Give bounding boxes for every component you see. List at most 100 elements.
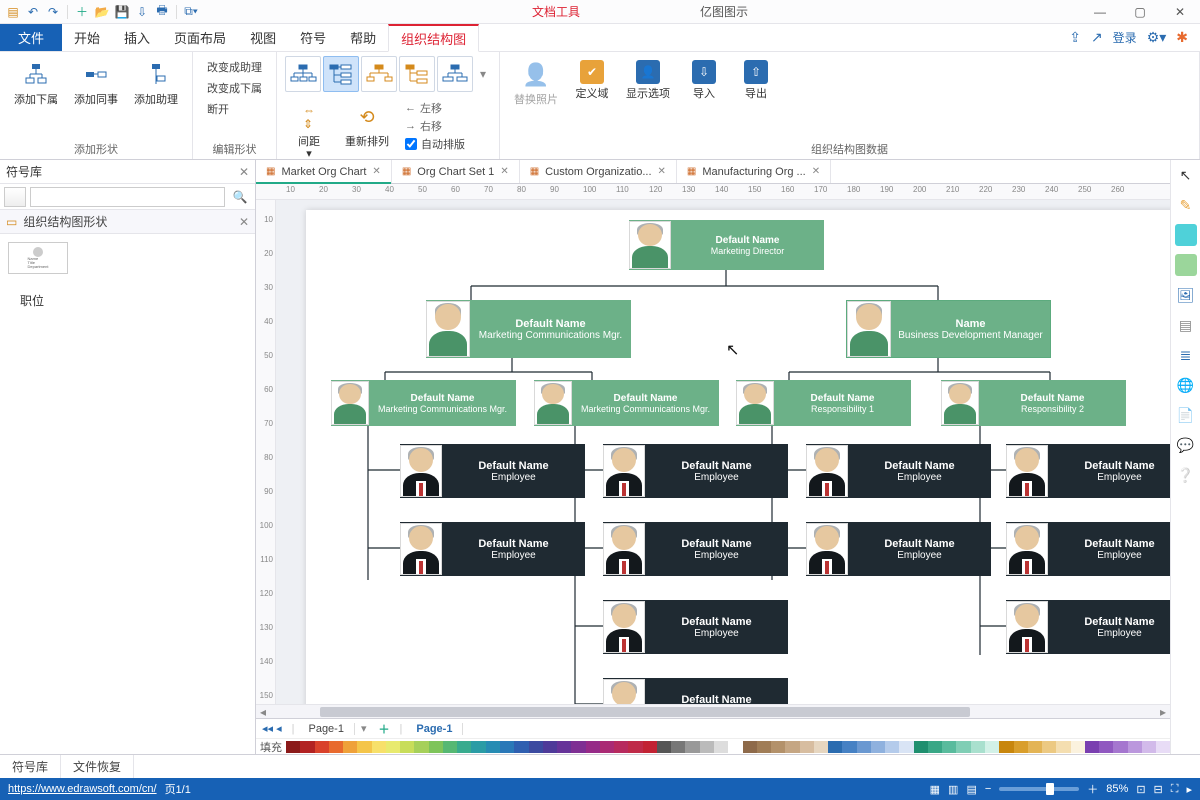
add-assistant-button[interactable]: 添加助理 <box>128 56 184 110</box>
options-icon[interactable]: ⧉▾ <box>182 3 200 21</box>
save-as-icon[interactable]: 💾 <box>113 3 131 21</box>
layout-gallery-more[interactable]: ▾ <box>475 56 491 92</box>
save-icon[interactable]: ▤ <box>4 3 22 21</box>
org-node-employee[interactable]: Default NameEmployee <box>806 444 991 498</box>
comment-icon[interactable]: 💬 <box>1175 434 1197 456</box>
image-tool-icon[interactable]: 🖼 <box>1175 284 1197 306</box>
color-swatch[interactable] <box>343 741 357 753</box>
globe-icon[interactable]: 🌐 <box>1175 374 1197 396</box>
org-node-employee[interactable]: Default NameEmployee <box>603 522 788 576</box>
color-swatch[interactable] <box>899 741 913 753</box>
help-icon[interactable]: ❔ <box>1175 464 1197 486</box>
page-tab-1[interactable]: Page-1 <box>298 723 354 735</box>
open-icon[interactable]: 📂 <box>93 3 111 21</box>
new-icon[interactable]: ＋ <box>73 3 91 21</box>
color-swatch[interactable] <box>771 741 785 753</box>
notes-icon[interactable]: 📄 <box>1175 404 1197 426</box>
org-node-employee[interactable]: Default NameEmployee <box>400 444 585 498</box>
color-swatch[interactable] <box>300 741 314 753</box>
page-tab-2[interactable]: Page-1 <box>406 723 463 735</box>
more-icon[interactable]: ▸ <box>1186 783 1192 796</box>
color-swatch[interactable] <box>386 741 400 753</box>
color-swatch[interactable] <box>1014 741 1028 753</box>
org-node-employee[interactable]: Default NameEmployee <box>806 522 991 576</box>
zoom-out-icon[interactable]: − <box>985 783 991 795</box>
shape-thumbnail[interactable]: NameTitleDepartment <box>8 242 68 274</box>
page-nav-prev[interactable]: ◂◂ ◂ <box>256 722 288 735</box>
move-right-button[interactable]: →右移 <box>405 118 465 134</box>
color-swatch[interactable] <box>1056 741 1070 753</box>
tab-pagelayout[interactable]: 页面布局 <box>162 24 238 51</box>
color-swatch[interactable] <box>514 741 528 753</box>
org-node[interactable]: Default NameMarketing Communications Mgr… <box>426 300 631 358</box>
tab-start[interactable]: 开始 <box>62 24 112 51</box>
color-swatch[interactable] <box>471 741 485 753</box>
org-node[interactable]: Default NameMarketing Communications Mgr… <box>331 380 516 426</box>
bottom-tab-library[interactable]: 符号库 <box>0 755 61 778</box>
add-page-button[interactable]: ＋ <box>373 721 396 737</box>
doc-tab-1[interactable]: ▦Market Org Chart✕ <box>256 160 392 183</box>
color-swatch[interactable] <box>700 741 714 753</box>
to-subordinate-button[interactable]: 改变成下属 <box>205 79 264 97</box>
color-swatch[interactable] <box>857 741 871 753</box>
tab-close-icon[interactable]: ✕ <box>658 166 666 177</box>
org-node-employee[interactable]: Default NameEmployee <box>603 444 788 498</box>
library-search-input[interactable] <box>30 187 225 207</box>
color-swatch[interactable] <box>286 741 300 753</box>
org-node[interactable]: Default NameResponsibility 1 <box>736 380 911 426</box>
add-colleague-button[interactable]: 添加同事 <box>68 56 124 110</box>
export-button[interactable]: ⇧导出 <box>732 56 780 104</box>
layout-option-3[interactable] <box>361 56 397 92</box>
maximize-button[interactable]: ▢ <box>1120 0 1160 24</box>
fullscreen-icon[interactable]: ⛶ <box>1171 783 1179 796</box>
undo-icon[interactable]: ↶ <box>24 3 42 21</box>
highlighter-icon[interactable]: ✎ <box>1175 194 1197 216</box>
color-swatch[interactable] <box>685 741 699 753</box>
org-node[interactable]: Default NameMarketing Communications Mgr… <box>534 380 719 426</box>
list-icon[interactable]: ≣ <box>1175 344 1197 366</box>
disconnect-button[interactable]: 断开 <box>205 100 264 118</box>
color-swatch[interactable] <box>671 741 685 753</box>
color-swatch[interactable] <box>529 741 543 753</box>
tab-view[interactable]: 视图 <box>238 24 288 51</box>
color-swatch[interactable] <box>614 741 628 753</box>
org-node-employee[interactable]: Default NameEmployee <box>603 600 788 654</box>
close-button[interactable]: ✕ <box>1160 0 1200 24</box>
login-link[interactable]: 登录 <box>1113 29 1137 46</box>
horizontal-scrollbar[interactable]: ◂▸ <box>256 704 1170 718</box>
org-node[interactable]: Default NameResponsibility 2 <box>941 380 1126 426</box>
color-swatch[interactable] <box>942 741 956 753</box>
org-node[interactable]: Default NameMarketing Director <box>629 220 824 270</box>
to-assistant-button[interactable]: 改变成助理 <box>205 58 264 76</box>
color-swatch[interactable] <box>999 741 1013 753</box>
color-swatch[interactable] <box>586 741 600 753</box>
color-swatch[interactable] <box>714 741 728 753</box>
tab-insert[interactable]: 插入 <box>112 24 162 51</box>
color-swatch[interactable] <box>643 741 657 753</box>
color-swatch[interactable] <box>443 741 457 753</box>
search-icon[interactable]: 🔍 <box>229 187 251 207</box>
layout-option-1[interactable] <box>285 56 321 92</box>
panel-close-icon[interactable]: ✕ <box>239 165 249 179</box>
tab-help[interactable]: 帮助 <box>338 24 388 51</box>
settings-icon[interactable]: ⚙▾ <box>1147 29 1167 46</box>
move-left-button[interactable]: ←左移 <box>405 100 465 116</box>
color-swatch[interactable] <box>1142 741 1156 753</box>
color-swatch[interactable] <box>486 741 500 753</box>
color-swatch[interactable] <box>600 741 614 753</box>
color-swatch[interactable] <box>429 741 443 753</box>
category-label[interactable]: 组织结构图形状 <box>23 213 107 230</box>
redo-icon[interactable]: ↷ <box>44 3 62 21</box>
fit-page-icon[interactable]: ⊡ <box>1136 783 1145 796</box>
library-dropdown[interactable] <box>4 187 26 207</box>
share-icon[interactable]: ⇪ <box>1069 29 1081 46</box>
color-swatch[interactable] <box>828 741 842 753</box>
zoom-in-icon[interactable]: ＋ <box>1087 781 1098 797</box>
tab-close-icon[interactable]: ✕ <box>812 166 820 177</box>
color-swatch[interactable] <box>357 741 371 753</box>
color-swatch[interactable] <box>928 741 942 753</box>
color-swatch[interactable] <box>500 741 514 753</box>
layout-option-5[interactable] <box>437 56 473 92</box>
import-button[interactable]: ⇩导入 <box>680 56 728 104</box>
color-swatch[interactable] <box>971 741 985 753</box>
